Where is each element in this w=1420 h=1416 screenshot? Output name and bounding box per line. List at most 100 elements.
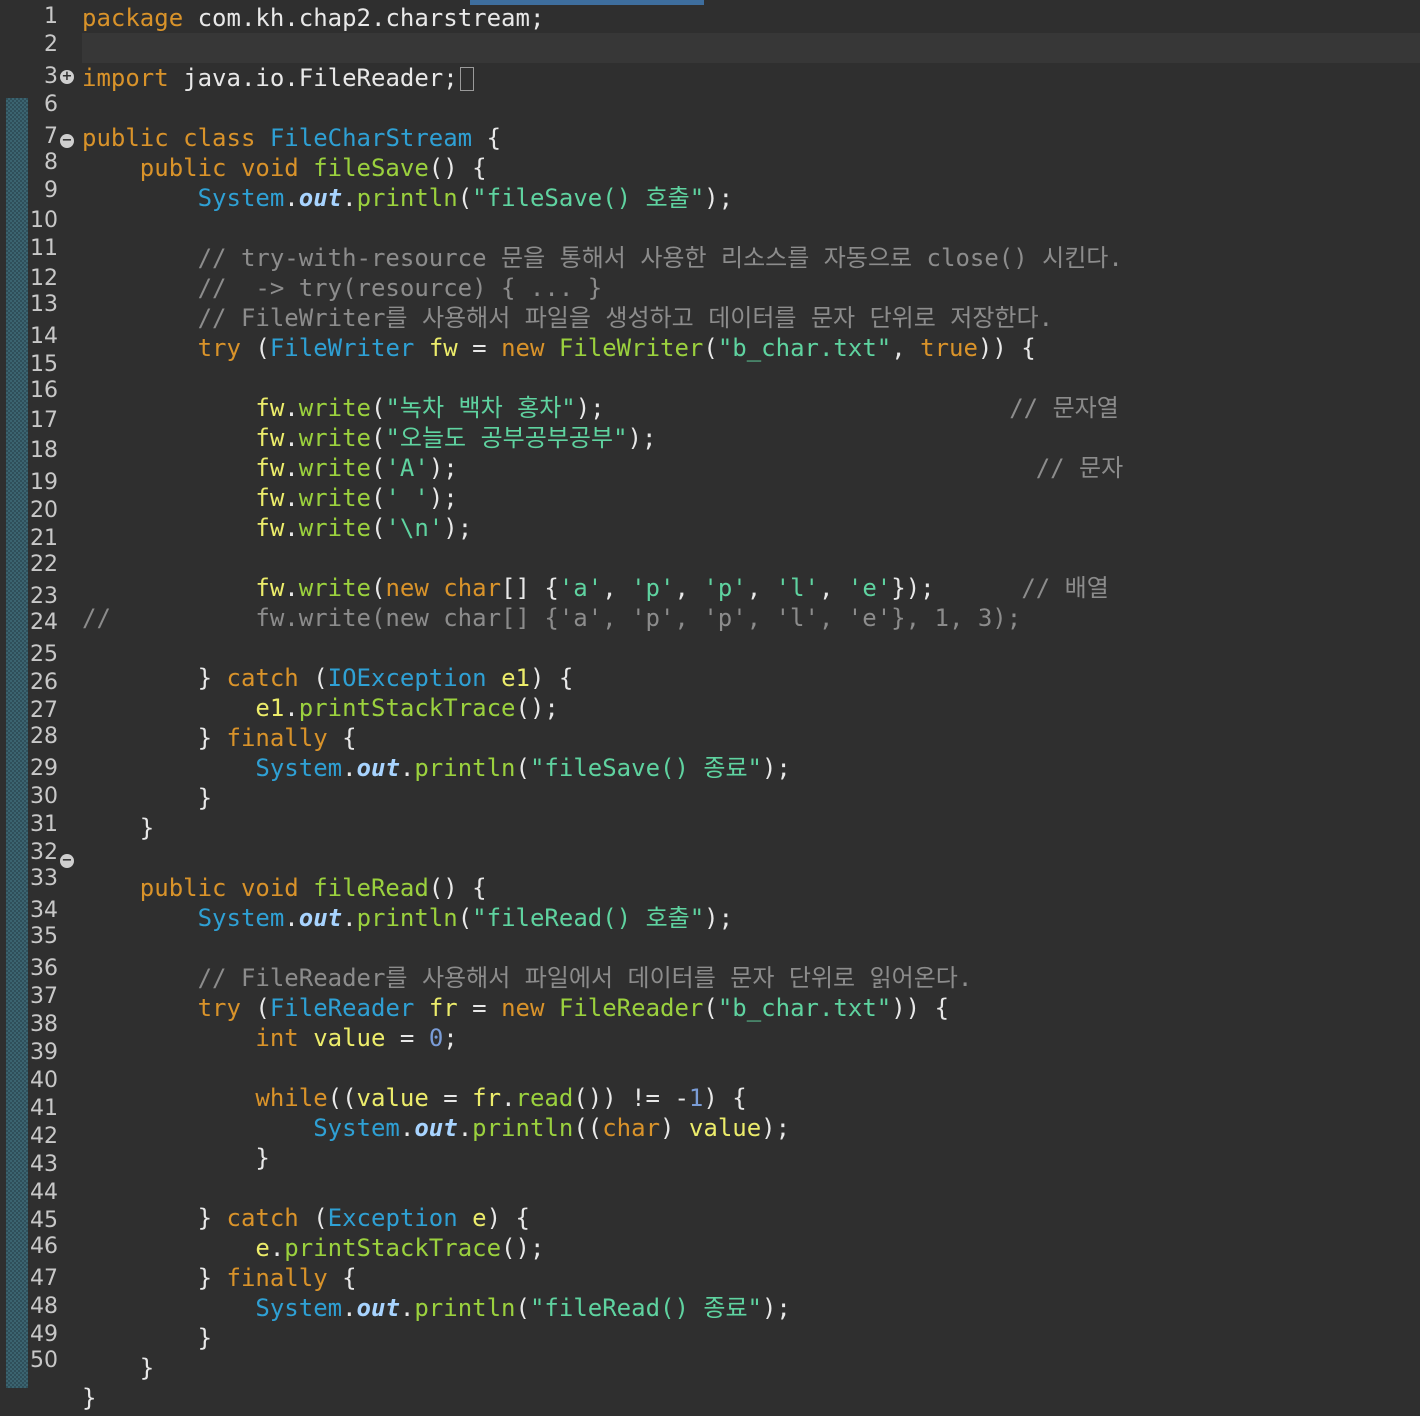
line-number: 7	[44, 124, 58, 149]
code-text: {	[472, 124, 502, 152]
code-area[interactable]: package com.kh.chap2.charstream; import …	[82, 0, 1412, 1416]
method-token: write	[298, 454, 371, 482]
code-text: (	[298, 1204, 328, 1232]
code-text: .	[342, 754, 357, 782]
code-text: .	[284, 574, 299, 602]
code-text: ) {	[529, 664, 574, 692]
code-text: );	[443, 514, 473, 542]
string-token: "녹차 백차 홍차"	[385, 394, 576, 422]
type-token: System	[255, 1294, 343, 1322]
method-token: printStackTrace	[298, 694, 516, 722]
code-text: (	[457, 184, 473, 212]
comment-token: // fw.write(new char[] {'a', 'p', 'p', '…	[82, 604, 1022, 632]
code-line: try (FileReader fr = new FileReader("b_c…	[82, 993, 949, 1023]
code-line: } finally {	[82, 1263, 357, 1293]
string-token: "b_char.txt"	[717, 994, 892, 1022]
variable-token: value	[356, 1084, 429, 1112]
line-number: 16	[30, 378, 58, 403]
code-text: (	[371, 424, 386, 452]
code-text: (	[371, 574, 386, 602]
line-number: 12	[30, 266, 58, 291]
line-number: 39	[30, 1040, 58, 1065]
code-line: fw.write('\n');	[82, 513, 472, 543]
field-token: out	[356, 754, 400, 782]
line-number: 30	[30, 784, 58, 809]
variable-token: fw	[255, 574, 285, 602]
line-number: 6	[44, 92, 58, 117]
code-text: java.io.FileReader;	[168, 64, 458, 92]
collapse-fold-icon[interactable]: −	[60, 854, 74, 868]
code-line: }	[82, 783, 212, 813]
line-number: 24	[30, 610, 58, 635]
code-line: }	[82, 1323, 212, 1353]
code-line: } catch (Exception e) {	[82, 1203, 530, 1233]
code-text: .	[342, 904, 357, 932]
variable-token: value	[313, 1024, 386, 1052]
code-text: .	[284, 514, 299, 542]
expand-fold-icon[interactable]: +	[60, 70, 74, 84]
variable-token: fw	[428, 334, 458, 362]
code-editor[interactable]: 1 2 3 6 7 8 9 10 11 12 13 14 15 16 17 18…	[0, 0, 1420, 1416]
code-text: }	[82, 1384, 97, 1412]
keyword-token: while	[255, 1084, 328, 1112]
line-number: 13	[30, 292, 58, 317]
code-text: );	[428, 484, 458, 512]
code-line: }	[82, 1383, 96, 1413]
code-text: .	[399, 1294, 415, 1322]
code-line: public class FileCharStream {	[82, 123, 501, 153]
code-text: .	[284, 484, 299, 512]
type-token: IOException	[327, 664, 487, 692]
method-token: write	[298, 424, 371, 452]
code-line: }	[82, 813, 154, 843]
code-text: {	[327, 1264, 357, 1292]
code-line: // fw.write(new char[] {'a', 'p', 'p', '…	[82, 603, 1021, 633]
code-text: (	[515, 754, 530, 782]
code-line: import java.io.FileReader;	[82, 63, 474, 93]
code-text: ()) != -	[573, 1084, 689, 1112]
line-number: 28	[30, 724, 58, 749]
code-text: }	[82, 724, 227, 752]
code-line: System.out.println("fileRead() 종료");	[82, 1293, 791, 1323]
variable-token: fw	[255, 394, 285, 422]
code-text: );	[704, 904, 734, 932]
line-number: 11	[30, 236, 58, 261]
code-text: ,	[819, 574, 848, 602]
collapse-fold-icon[interactable]: −	[60, 134, 74, 148]
folded-imports-marker[interactable]	[459, 67, 474, 91]
line-number: 40	[30, 1068, 58, 1093]
code-line: }	[82, 1143, 269, 1173]
method-token: fileSave	[313, 154, 429, 182]
keyword-token: finally	[226, 724, 328, 752]
code-text: }	[82, 1204, 227, 1232]
code-text: }	[82, 1264, 227, 1292]
line-number: 35	[30, 924, 58, 949]
code-text: {	[327, 724, 357, 752]
code-text: (	[371, 394, 386, 422]
number-token: 1	[688, 1084, 704, 1112]
code-line: while((value = fr.read()) != -1) {	[82, 1083, 746, 1113]
code-line: System.out.println("fileRead() 호출");	[82, 903, 733, 933]
code-line: e.printStackTrace();	[82, 1233, 544, 1263]
code-line: public void fileSave() {	[82, 153, 487, 183]
code-text: ((	[327, 1084, 357, 1112]
code-text: );	[761, 1294, 791, 1322]
code-text: );	[428, 454, 458, 482]
variable-token: e	[472, 1204, 487, 1232]
line-number: 48	[30, 1294, 58, 1319]
code-text: (	[371, 454, 386, 482]
code-text: );	[761, 1114, 791, 1142]
code-text: [] {	[501, 574, 559, 602]
keyword-token: catch	[226, 1204, 299, 1232]
line-number: 47	[30, 1266, 58, 1291]
string-token: ' '	[385, 484, 429, 512]
